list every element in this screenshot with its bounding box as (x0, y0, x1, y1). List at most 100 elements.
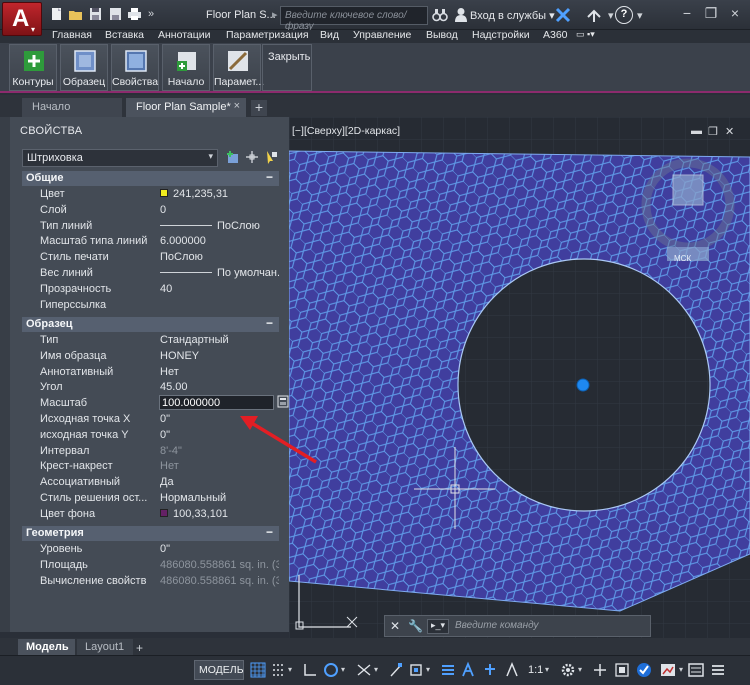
close-window-icon[interactable]: × (724, 4, 746, 24)
prop-row-bg-color[interactable]: Цвет фона 100,33,101 (22, 507, 279, 523)
viewport-controls-label[interactable]: [−][Сверху][2D-каркас] (292, 125, 400, 137)
prop-row-hyperlink[interactable]: Гиперссылка (22, 298, 279, 314)
options-button[interactable]: Парамет... (213, 44, 264, 91)
viewport-minimize-icon[interactable]: ▬ (691, 125, 702, 137)
tab-close-icon[interactable]: × (234, 100, 240, 112)
command-line[interactable]: ✕ 🔧 ▸_▾ Введите команду (384, 615, 651, 637)
menu-addins[interactable]: Надстройки (472, 29, 530, 41)
tab-model[interactable]: Модель (18, 639, 75, 655)
prop-row-angle[interactable]: Угол 45.00 (22, 380, 279, 396)
grip-point[interactable] (576, 378, 590, 392)
object-snap-icon[interactable] (408, 661, 424, 679)
polar-dropdown-icon[interactable]: ▾ (341, 665, 345, 674)
prop-row-linetype[interactable]: Тип линий ПоСлою (22, 219, 279, 235)
new-tab-button[interactable]: + (251, 100, 267, 116)
add-layout-button[interactable]: + (136, 641, 143, 655)
graphics-performance-icon[interactable] (660, 661, 676, 679)
ortho-icon[interactable] (302, 661, 318, 679)
application-menu-button[interactable]: A ▾ (2, 2, 42, 36)
viewport-close-icon[interactable]: ✕ (725, 125, 734, 138)
sign-in-link[interactable]: Вход в службы ▾ (470, 9, 555, 22)
prop-row-pattern-name[interactable]: Имя образца HONEY (22, 349, 279, 365)
menu-a360[interactable]: A360 (543, 29, 568, 41)
tab-layout1[interactable]: Layout1 (77, 639, 133, 655)
object-type-select[interactable]: Штриховка ▾ (22, 149, 218, 167)
menu-view[interactable]: Вид (320, 29, 339, 41)
annotation-scale-value[interactable]: 1:1 (528, 664, 543, 676)
command-history-icon[interactable]: ▸_▾ (427, 619, 449, 634)
lineweight-icon[interactable] (440, 661, 456, 679)
isolate-dropdown-icon[interactable]: ▾ (679, 665, 683, 674)
section-general[interactable]: Общие − (22, 170, 279, 186)
search-input[interactable]: Введите ключевое слово/фразу (280, 6, 428, 32)
section-geometry[interactable]: Геометрия − (22, 525, 279, 541)
collapse-icon[interactable]: − (266, 170, 273, 184)
save-as-icon[interactable] (108, 7, 123, 21)
help-dropdown-icon[interactable]: ▾ (637, 9, 643, 22)
annotation-visibility-icon[interactable] (460, 661, 476, 679)
ribbon-options-icon[interactable]: ▭ ▪▾ (576, 29, 595, 40)
menu-manage[interactable]: Управление (353, 29, 411, 41)
maximize-icon[interactable]: ❐ (700, 4, 722, 24)
snap-toggle-icon[interactable] (270, 661, 286, 679)
user-icon[interactable] (454, 7, 468, 22)
more-tools-arrow-icon[interactable]: ▾ (608, 9, 614, 22)
workspace-dropdown-icon[interactable]: ▾ (578, 665, 582, 674)
command-close-icon[interactable]: ✕ (390, 619, 400, 633)
tab-floor-plan[interactable]: Floor Plan Sample* × (126, 98, 246, 117)
hardware-acceleration-icon[interactable] (636, 661, 652, 679)
menu-annotate[interactable]: Аннотации (158, 29, 211, 41)
prop-row-layer[interactable]: Слой 0 (22, 203, 279, 219)
select-objects-icon[interactable] (245, 150, 259, 164)
units-plus-icon[interactable] (592, 661, 608, 679)
object-snap-tracking-icon[interactable] (388, 661, 404, 679)
polar-tracking-icon[interactable] (323, 661, 339, 679)
isodraft-dropdown-icon[interactable]: ▾ (374, 665, 378, 674)
hatch-honey[interactable] (289, 150, 750, 612)
auto-scale-icon[interactable] (482, 661, 498, 679)
drawing-canvas[interactable] (289, 117, 750, 638)
minimize-icon[interactable]: − (676, 4, 698, 24)
collapse-icon[interactable]: − (266, 316, 273, 330)
quick-access-more-icon[interactable]: » (148, 8, 163, 22)
annotation-scale-icon[interactable] (504, 661, 520, 679)
new-file-icon[interactable] (49, 7, 64, 21)
quick-select-icon[interactable] (264, 150, 278, 164)
prop-row-annotative[interactable]: Аннотативный Нет (22, 365, 279, 381)
prop-row-transparency[interactable]: Прозрачность 40 (22, 282, 279, 298)
print-icon[interactable] (127, 7, 142, 21)
command-input[interactable]: Введите команду (455, 620, 539, 631)
prop-row-cumulative-area[interactable]: Вычисление свойств 486080.558861 sq. in. … (22, 574, 279, 590)
help-icon[interactable]: ? (615, 6, 633, 24)
prop-row-type[interactable]: Тип Стандартный (22, 333, 279, 349)
grid-toggle-icon[interactable] (250, 661, 266, 679)
prop-row-associative[interactable]: Ассоциативный Да (22, 475, 279, 491)
exchange-apps-icon[interactable] (555, 7, 571, 23)
prop-row-elevation[interactable]: Уровень 0" (22, 542, 279, 558)
boundaries-button[interactable]: Контуры (9, 44, 57, 91)
scale-dropdown-icon[interactable]: ▾ (545, 665, 549, 674)
prop-row-island-style[interactable]: Стиль решения ост... Нормальный (22, 491, 279, 507)
osnap-dropdown-icon[interactable]: ▾ (426, 665, 430, 674)
section-pattern[interactable]: Образец − (22, 316, 279, 332)
workspace-gear-icon[interactable] (560, 661, 576, 679)
cloud-connect-icon[interactable] (585, 7, 603, 23)
menu-output[interactable]: Вывод (426, 29, 458, 41)
command-customize-icon[interactable]: 🔧 (408, 619, 423, 633)
clean-screen-icon[interactable] (688, 661, 704, 679)
properties-button[interactable]: Свойства (111, 44, 159, 91)
snap-dropdown-icon[interactable]: ▾ (288, 665, 292, 674)
quick-properties-icon[interactable] (614, 661, 630, 679)
isodraft-icon[interactable] (356, 661, 372, 679)
open-folder-icon[interactable] (68, 7, 83, 21)
menu-home[interactable]: Главная (52, 29, 92, 41)
menu-parametric[interactable]: Параметризация (226, 29, 309, 41)
prop-row-plot-style[interactable]: Стиль печати ПоСлою (22, 250, 279, 266)
tab-start[interactable]: Начало (22, 98, 122, 117)
viewport-restore-icon[interactable]: ❐ (708, 125, 718, 138)
prop-row-linetype-scale[interactable]: Масштаб типа линий 6.000000 (22, 234, 279, 250)
save-icon[interactable] (88, 7, 103, 21)
menu-insert[interactable]: Вставка (105, 29, 144, 41)
prop-row-area[interactable]: Площадь 486080.558861 sq. in. (33... (22, 558, 279, 574)
origin-button[interactable]: Начало (162, 44, 210, 91)
